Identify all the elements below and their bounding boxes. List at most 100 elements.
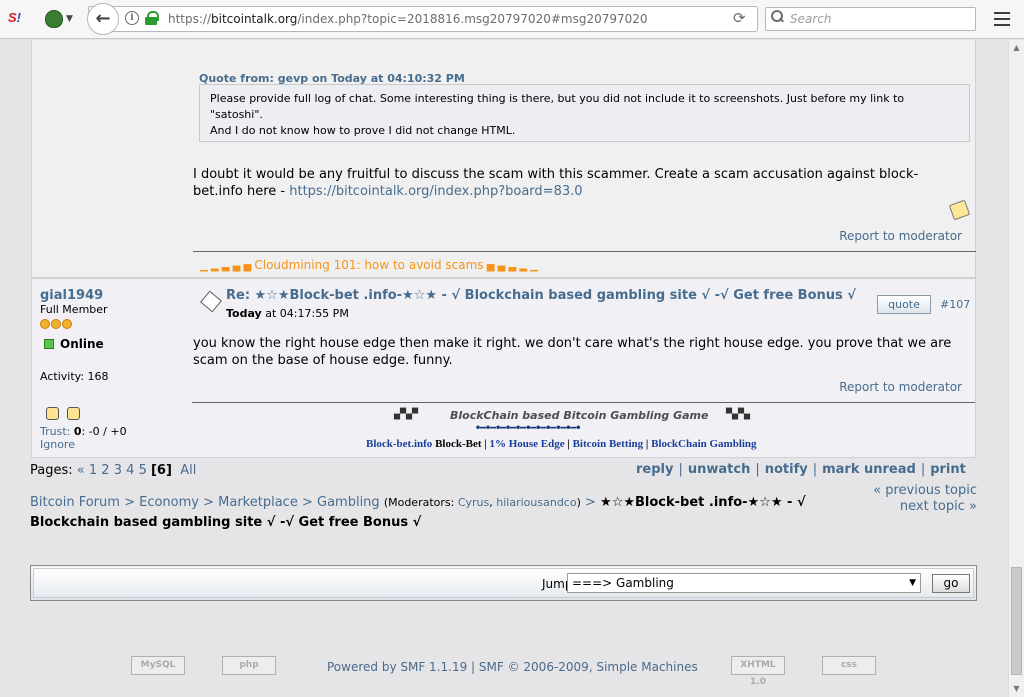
breadcrumb: Bitcoin Forum > Economy > Marketplace > … [30,495,806,530]
footer-credits: Powered by SMF 1.1.19 | SMF © 2006-2009,… [327,660,698,674]
activity: Activity: 168 [40,370,109,383]
chevron-down-icon[interactable]: ▼ [66,14,73,24]
page-link[interactable]: 3 [114,463,122,478]
next-topic-link[interactable]: next topic » [900,499,977,514]
quote-box: Please provide full log of chat. Some in… [199,84,970,142]
moderator-link[interactable]: Cyrus [458,496,489,509]
quote-button[interactable]: quote [877,295,931,314]
back-button[interactable]: ← [87,3,119,35]
lock-icon[interactable] [145,11,159,25]
signature-link[interactable]: Cloudmining 101: how to avoid scams [254,258,483,272]
online-icon [44,339,54,349]
chevron-down-icon: ▼ [909,578,916,588]
reply-button[interactable]: reply [636,462,673,477]
moderators: (Moderators: Cyrus, hilariousandco) [383,496,581,509]
profile-icons [46,407,88,423]
profile-icon[interactable] [46,407,59,420]
topic-actions: reply | unwatch | notify | mark unread | print [636,462,966,477]
signature-links: Block-bet.info Block-Bet | 1% House Edge… [366,438,757,450]
tor-onion-icon[interactable] [45,10,63,28]
signature-decoration: ▁ ▂ ▃ ▄ ▅ [200,261,255,272]
quote-line: "satoshi". [210,108,263,121]
xhtml-badge-icon[interactable]: XHTML 1.0 [731,656,785,687]
page-prev-link[interactable]: « [77,463,85,478]
online-status: Online [44,337,104,351]
powered-by-link[interactable]: Powered by SMF 1.1.19 [327,660,467,674]
post-107: gial1949 Full Member Online Activity: 16… [31,278,976,458]
post-date: Today at 04:17:55 PM [226,307,349,320]
sig-link-house-edge[interactable]: 1% House Edge [489,438,564,450]
scroll-up-arrow-icon[interactable]: ▲ [1009,40,1024,55]
coin-icon [62,319,72,329]
reload-icon[interactable]: ⟳ [733,9,746,27]
url-text[interactable]: https://bitcointalk.org/index.php?topic=… [168,12,648,26]
sig-link-blockbet[interactable]: Block-bet.info [366,438,432,450]
signature-title: BlockChain based Bitcoin Gambling Game [450,409,709,422]
mark-unread-button[interactable]: mark unread [822,462,916,477]
coin-icon [51,319,61,329]
post-previous: Quote from: gevp on Today at 04:10:32 PM… [31,40,976,278]
page-link[interactable]: 1 [89,463,97,478]
previous-topic-link[interactable]: « previous topic [873,483,977,498]
breadcrumb-forum[interactable]: Bitcoin Forum [30,495,120,510]
search-input[interactable]: Search [790,12,832,26]
post-body: you know the right house edge then make … [193,336,952,368]
extension-logo-icon[interactable]: S! [8,10,21,25]
scrollbar[interactable]: ▲ ▼ [1008,40,1024,697]
signature-decoration: ▀▄▀▄ [726,409,751,420]
page-all-link[interactable]: All [180,463,196,478]
signature-decoration: ▄▀▄▀ [394,409,419,420]
online-label: Online [60,337,104,351]
report-to-moderator-link[interactable]: Report to moderator [839,380,962,394]
coin-icon [40,319,50,329]
breadcrumb-economy[interactable]: Economy [139,495,199,510]
signature-divider [193,251,976,252]
go-button[interactable]: go [932,574,970,593]
signature-decoration: ▅ ▄ ▃ ▂ ▁ [483,261,538,272]
board-link[interactable]: https://bitcointalk.org/index.php?board=… [289,184,582,199]
message-icon [200,290,222,313]
message-number[interactable]: #107 [940,298,970,311]
poster-name[interactable]: gial1949 [40,288,103,303]
quote-line: Please provide full log of chat. Some in… [210,92,905,105]
page-link[interactable]: 4 [126,463,134,478]
scroll-down-arrow-icon[interactable]: ▼ [1009,681,1024,696]
breadcrumb-marketplace[interactable]: Marketplace [218,495,298,510]
report-to-moderator-link[interactable]: Report to moderator [839,229,962,243]
sig-link-blockchain-gambling[interactable]: BlockChain Gambling [651,438,756,450]
php-badge-icon[interactable]: php [222,656,276,675]
pages-label: Pages: [30,463,73,478]
search-icon [771,10,783,22]
modify-icon[interactable] [948,199,971,221]
topic-navigation: « previous topic next topic » [873,483,977,515]
post-body: I doubt it would be any fruitful to disc… [193,166,963,200]
page-link[interactable]: 2 [101,463,109,478]
jump-to-select[interactable]: ===> Gambling ▼ [567,573,921,593]
signature[interactable]: ▁ ▂ ▃ ▄ ▅ Cloudmining 101: how to avoid … [200,258,538,272]
info-icon[interactable]: i [125,11,139,25]
page-current: [6] [150,463,172,478]
unwatch-button[interactable]: unwatch [688,462,750,477]
sig-text: Block-Bet [432,438,482,450]
ignore-link[interactable]: Ignore [40,438,75,451]
rank-coins [40,318,73,332]
mysql-badge-icon[interactable]: MySQL [131,656,185,675]
signature-chain-decoration: •━•━•━•━•━•━•━•━•━•━• [475,423,581,434]
print-button[interactable]: print [930,462,966,477]
moderator-link[interactable]: hilariousandco [496,496,576,509]
scrollbar-thumb[interactable] [1011,567,1022,675]
poster-rank: Full Member [40,303,108,316]
browser-toolbar: S! ▼ ← i https://bitcointalk.org/index.p… [0,0,1024,39]
breadcrumb-gambling[interactable]: Gambling [317,495,380,510]
page-link[interactable]: 5 [139,463,147,478]
personal-message-icon[interactable] [67,407,80,420]
css-badge-icon[interactable]: css [822,656,876,675]
hamburger-menu-icon[interactable] [994,12,1010,26]
trust[interactable]: Trust: 0: -0 / +0 [40,425,127,438]
smf-copyright-link[interactable]: SMF © 2006-2009, Simple Machines [479,660,698,674]
jump-to-bar: Jump to: ===> Gambling▼ go [30,565,977,601]
pagination: Pages: « 1 2 3 4 5 [6] All [30,463,196,478]
notify-button[interactable]: notify [765,462,808,477]
post-subject[interactable]: Re: ★☆★Block-bet .info-★☆★ - √ Blockchai… [226,288,856,303]
sig-link-bitcoin-betting[interactable]: Bitcoin Betting [573,438,644,450]
